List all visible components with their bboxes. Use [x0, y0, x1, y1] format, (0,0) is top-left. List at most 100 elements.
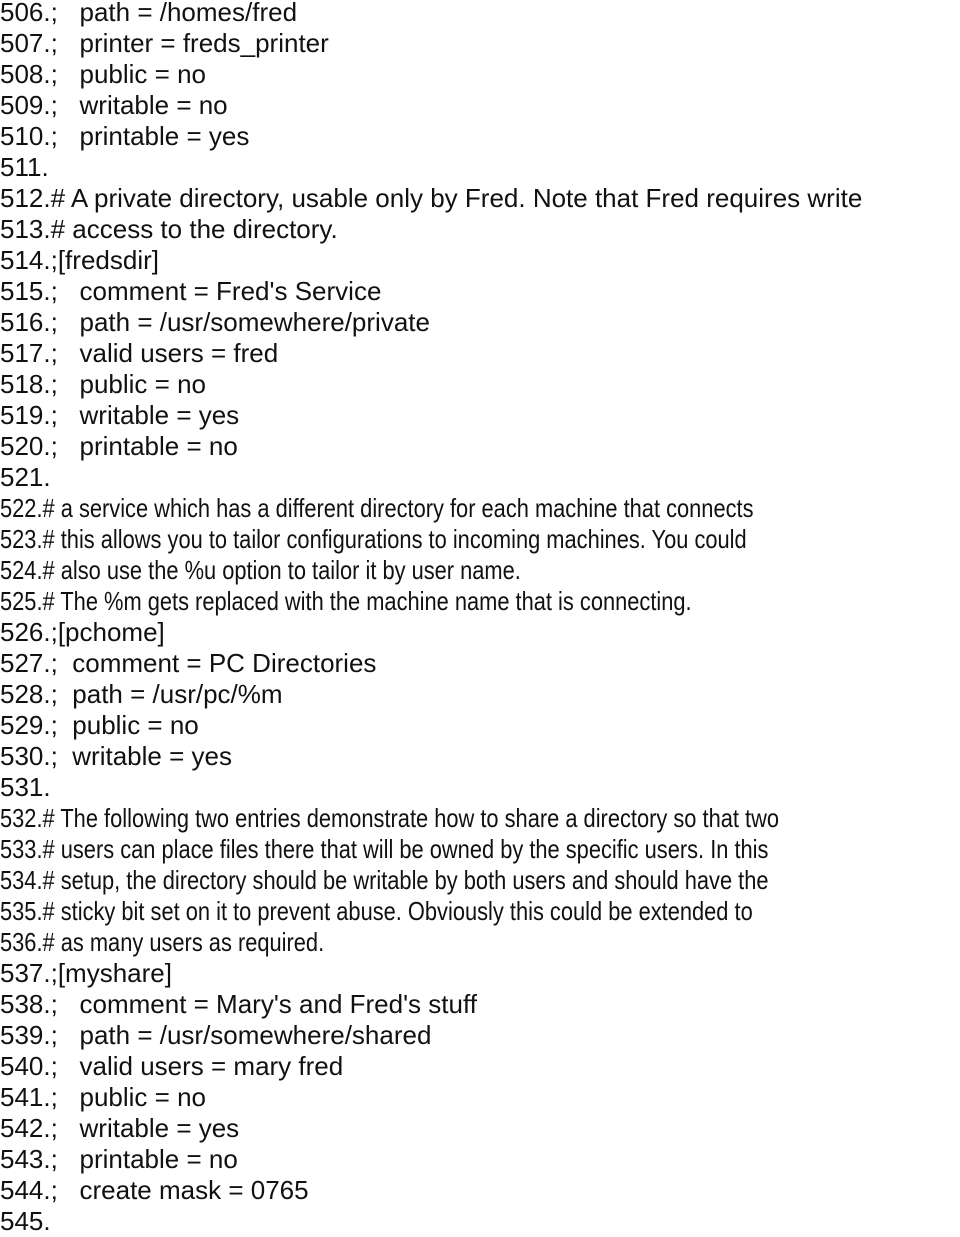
listing-line: 533.# users can place files there that w… [0, 834, 960, 865]
listing-line: 535.# sticky bit set on it to prevent ab… [0, 896, 960, 927]
line-content: 525.# The %m gets replaced with the mach… [0, 586, 692, 617]
listing-line: 511. [0, 152, 960, 183]
line-text: ; public = no [50, 369, 206, 399]
listing-line: 506.; path = /homes/fred [0, 0, 960, 28]
line-text: # sticky bit set on it to prevent abuse.… [42, 896, 753, 926]
listing-line: 517.; valid users = fred [0, 338, 960, 369]
listing-line: 538.; comment = Mary's and Fred's stuff [0, 989, 960, 1020]
listing-line: 509.; writable = no [0, 90, 960, 121]
listing-line: 541.; public = no [0, 1082, 960, 1113]
line-content: 511. [0, 152, 49, 182]
listing-line: 529.; public = no [0, 710, 960, 741]
line-number: 534. [0, 865, 43, 895]
listing-line: 523.# this allows you to tailor configur… [0, 524, 960, 555]
line-text: ; printable = no [50, 1144, 238, 1174]
line-text: # also use the %u option to tailor it by… [42, 555, 521, 585]
line-number: 545. [0, 1206, 51, 1236]
line-content: 539.; path = /usr/somewhere/shared [0, 1020, 431, 1050]
line-content: 528.; path = /usr/pc/%m [0, 679, 283, 709]
listing-line: 544.; create mask = 0765 [0, 1175, 960, 1206]
line-text: ; writable = yes [50, 1113, 240, 1143]
listing-line: 539.; path = /usr/somewhere/shared [0, 1020, 960, 1051]
line-text: ; printable = no [50, 431, 238, 461]
line-content: 507.; printer = freds_printer [0, 28, 329, 58]
line-content: 513.# access to the directory. [0, 214, 338, 244]
line-content: 527.; comment = PC Directories [0, 648, 376, 678]
listing-line: 521. [0, 462, 960, 493]
line-content: 531. [0, 772, 51, 802]
line-number: 543. [0, 1144, 51, 1174]
line-number: 529. [0, 710, 51, 740]
listing-line: 518.; public = no [0, 369, 960, 400]
listing-line: 507.; printer = freds_printer [0, 28, 960, 59]
line-number: 513. [0, 214, 51, 244]
line-content: 508.; public = no [0, 59, 206, 89]
line-text: ; path = /usr/pc/%m [50, 679, 283, 709]
line-text: # this allows you to tailor configuratio… [42, 524, 747, 554]
line-text: # The following two entries demonstrate … [42, 803, 779, 833]
line-content: 545. [0, 1206, 51, 1236]
line-number: 530. [0, 741, 51, 771]
line-content: 521. [0, 462, 51, 492]
line-content: 538.; comment = Mary's and Fred's stuff [0, 989, 477, 1019]
listing-line: 524.# also use the %u option to tailor i… [0, 555, 960, 586]
line-text: # setup, the directory should be writabl… [42, 865, 769, 895]
line-content: 518.; public = no [0, 369, 206, 399]
line-text: # a service which has a different direct… [42, 493, 754, 523]
line-content: 520.; printable = no [0, 431, 238, 461]
line-number: 519. [0, 400, 51, 430]
listing-line: 520.; printable = no [0, 431, 960, 462]
line-content: 516.; path = /usr/somewhere/private [0, 307, 430, 337]
line-number: 532. [0, 803, 43, 833]
listing-line: 519.; writable = yes [0, 400, 960, 431]
listing-line: 508.; public = no [0, 59, 960, 90]
line-number: 527. [0, 648, 51, 678]
line-text: # The %m gets replaced with the machine … [42, 586, 692, 616]
listing-line: 540.; valid users = mary fred [0, 1051, 960, 1082]
line-text: ;[myshare] [50, 958, 172, 988]
line-text: ; writable = yes [50, 741, 232, 771]
line-content: 537.;[myshare] [0, 958, 172, 988]
line-number: 528. [0, 679, 51, 709]
line-text: ;[pchome] [50, 617, 165, 647]
line-number: 511. [0, 152, 49, 182]
line-text: # A private directory, usable only by Fr… [50, 183, 863, 213]
listing-line: 512.# A private directory, usable only b… [0, 183, 960, 214]
line-text: ; path = /homes/fred [50, 0, 298, 27]
listing-line: 525.# The %m gets replaced with the mach… [0, 586, 960, 617]
line-content: 515.; comment = Fred's Service [0, 276, 381, 306]
line-content: 523.# this allows you to tailor configur… [0, 524, 747, 555]
listing-line: 530.; writable = yes [0, 741, 960, 772]
line-number: 515. [0, 276, 51, 306]
line-text: ; comment = PC Directories [50, 648, 377, 678]
line-number: 537. [0, 958, 51, 988]
line-text: ; public = no [50, 59, 206, 89]
line-text: ; path = /usr/somewhere/shared [50, 1020, 432, 1050]
line-text: # access to the directory. [50, 214, 338, 244]
line-content: 510.; printable = yes [0, 121, 249, 151]
line-number: 541. [0, 1082, 51, 1112]
line-number: 521. [0, 462, 51, 492]
line-number: 510. [0, 121, 51, 151]
line-text: # users can place files there that will … [42, 834, 769, 864]
listing-line: 534.# setup, the directory should be wri… [0, 865, 960, 896]
line-content: 506.; path = /homes/fred [0, 0, 297, 27]
line-content: 530.; writable = yes [0, 741, 232, 771]
line-text: ; public = no [50, 710, 199, 740]
listing-line: 531. [0, 772, 960, 803]
line-number: 526. [0, 617, 51, 647]
line-number: 525. [0, 586, 43, 616]
listing-line: 542.; writable = yes [0, 1113, 960, 1144]
line-text: ; printable = yes [50, 121, 250, 151]
line-text: ; path = /usr/somewhere/private [50, 307, 430, 337]
line-number: 536. [0, 927, 43, 957]
line-text: ; valid users = fred [50, 338, 279, 368]
line-number: 540. [0, 1051, 51, 1081]
line-number: 508. [0, 59, 51, 89]
line-number: 539. [0, 1020, 51, 1050]
line-number: 514. [0, 245, 51, 275]
line-text: # as many users as required. [42, 927, 325, 957]
line-content: 543.; printable = no [0, 1144, 238, 1174]
line-number: 506. [0, 0, 51, 27]
line-number: 516. [0, 307, 51, 337]
